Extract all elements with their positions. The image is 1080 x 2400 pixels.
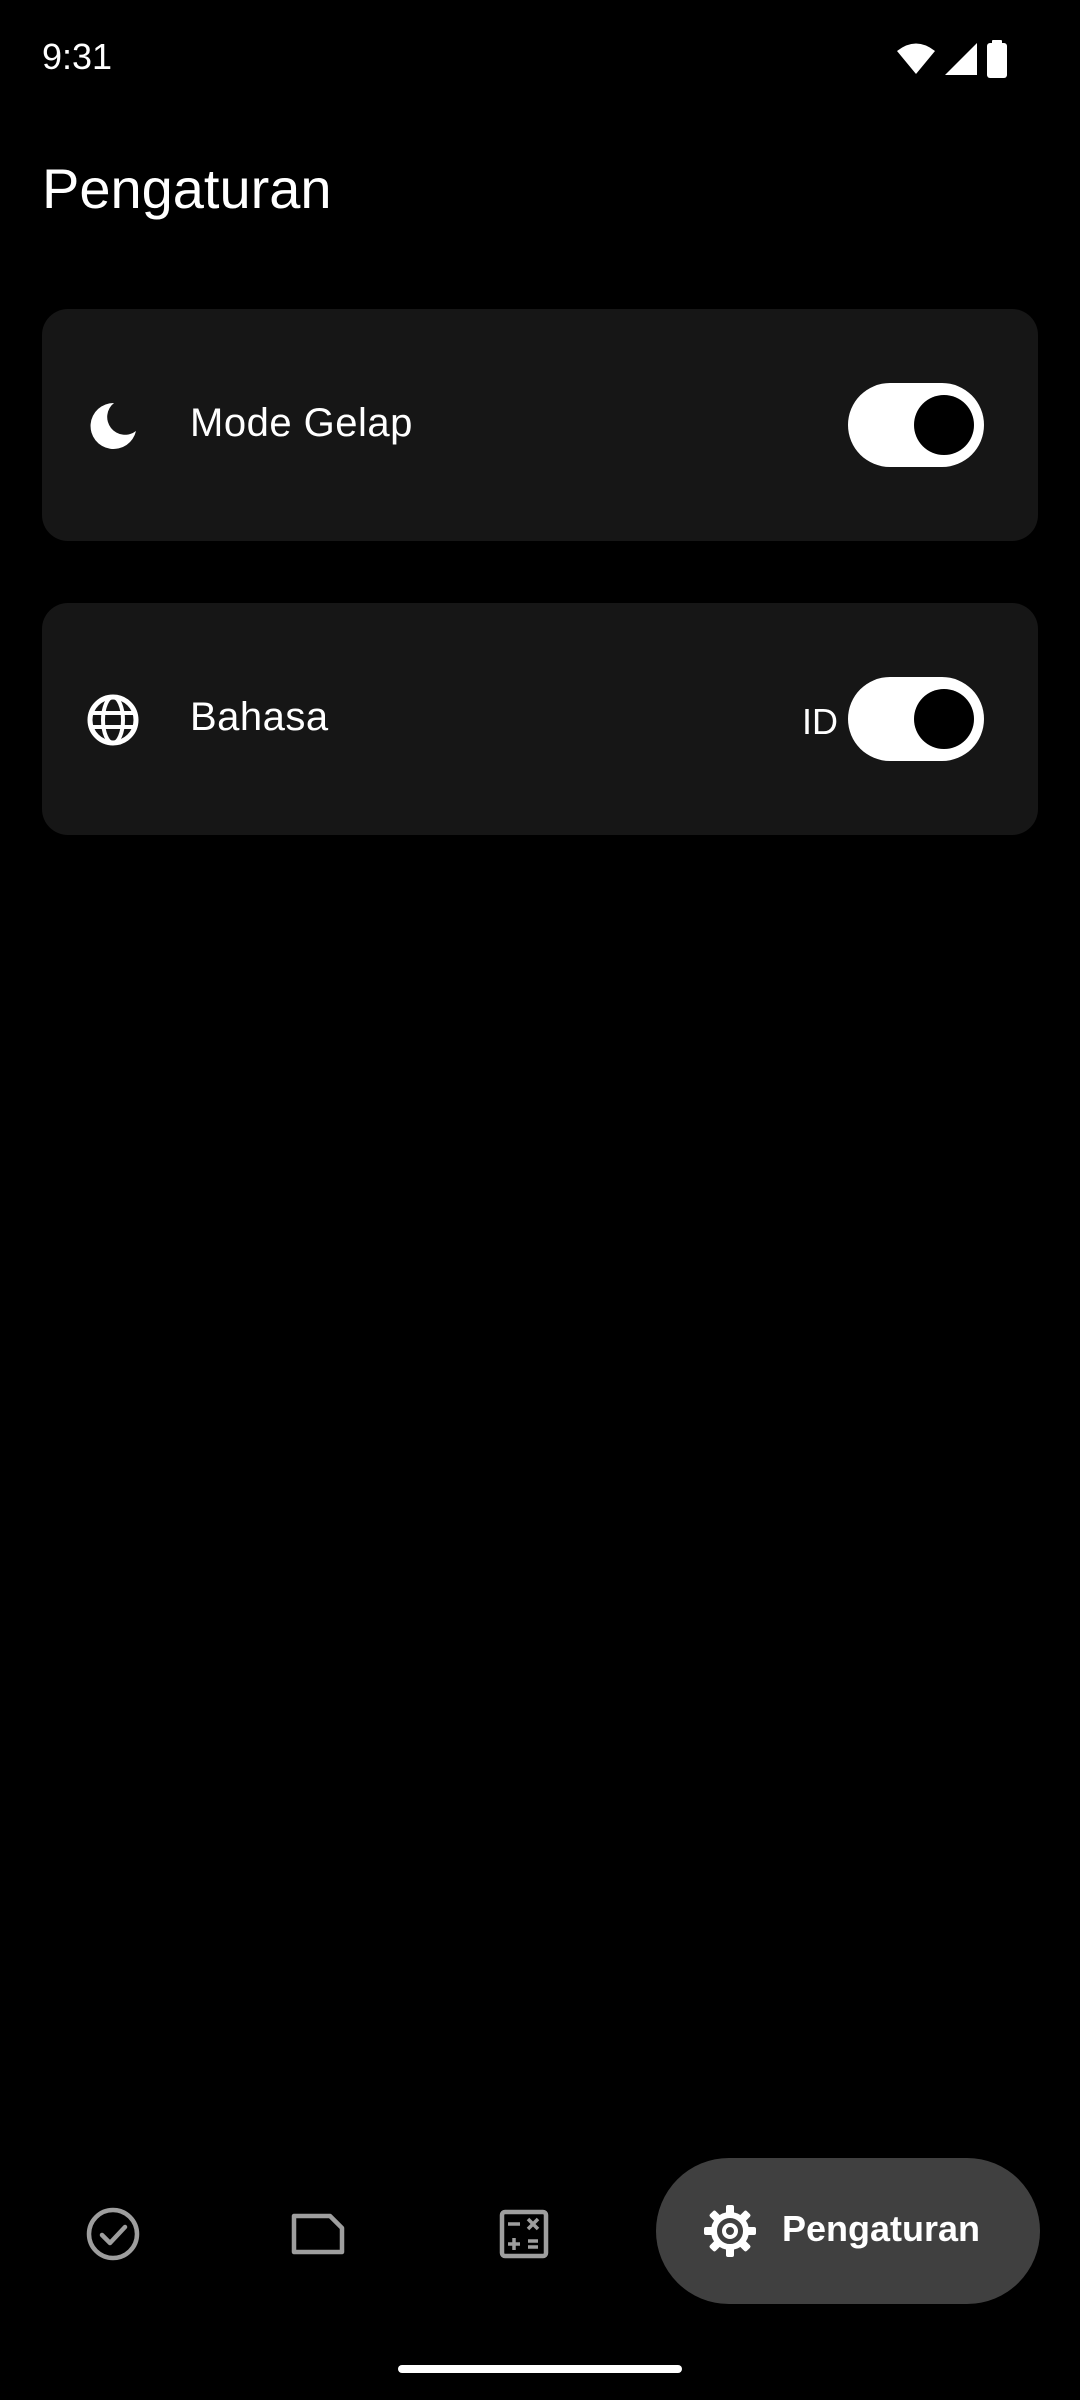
nav-calculator[interactable] <box>494 2204 554 2264</box>
page-title: Pengaturan <box>42 157 332 220</box>
dark-mode-setting[interactable]: Mode Gelap <box>42 309 1038 541</box>
note-icon <box>288 2213 348 2268</box>
language-setting[interactable]: Bahasa ID <box>42 603 1038 835</box>
check-circle-icon <box>83 2207 143 2268</box>
language-toggle[interactable] <box>848 677 984 761</box>
home-indicator[interactable] <box>398 2365 682 2373</box>
language-value: ID <box>802 701 838 742</box>
toggle-thumb <box>914 689 974 749</box>
globe-icon <box>86 693 140 747</box>
dark-mode-toggle[interactable] <box>848 383 984 467</box>
signal-icon <box>944 42 978 76</box>
status-time: 9:31 <box>42 36 113 77</box>
status-bar: 9:31 <box>0 0 1080 118</box>
battery-icon <box>986 40 1008 78</box>
wifi-icon <box>896 42 936 76</box>
calculator-icon <box>494 2209 554 2268</box>
nav-settings-label: Pengaturan <box>782 2208 981 2249</box>
nav-tasks[interactable] <box>83 2204 143 2264</box>
gear-icon <box>702 2203 758 2259</box>
status-icons <box>896 40 1008 78</box>
nav-notes[interactable] <box>288 2204 348 2264</box>
toggle-thumb <box>914 395 974 455</box>
bottom-navigation: Pengaturan <box>0 2150 1080 2310</box>
nav-settings[interactable]: Pengaturan <box>656 2158 1040 2304</box>
language-label: Bahasa <box>190 695 329 739</box>
dark-mode-label: Mode Gelap <box>190 401 413 445</box>
moon-icon <box>86 399 140 453</box>
